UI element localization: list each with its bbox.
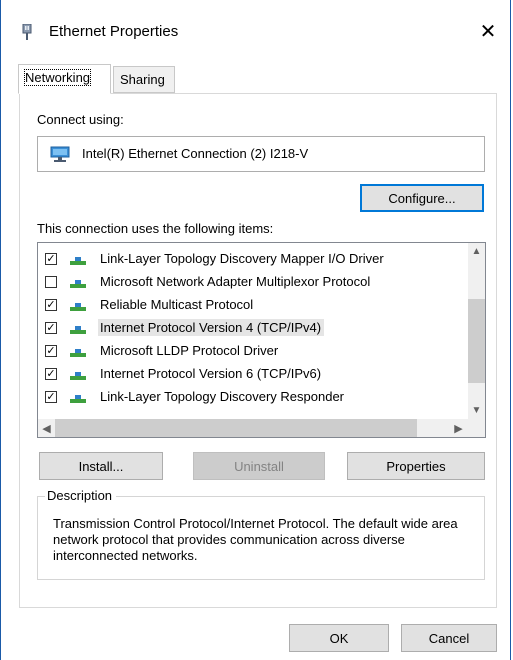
list-item-selected[interactable]: ✓ Internet Protocol Version 4 (TCP/IPv4): [38, 317, 458, 340]
list-item[interactable]: Microsoft Network Adapter Multiplexor Pr…: [38, 271, 458, 294]
tab-networking-label: Networking: [23, 69, 92, 86]
network-protocol-icon: [70, 303, 86, 311]
connect-using-label: Connect using:: [37, 112, 124, 127]
item-checkbox[interactable]: ✓: [45, 368, 57, 380]
item-label: Reliable Multicast Protocol: [100, 297, 254, 312]
scroll-left-icon[interactable]: ◀: [38, 419, 55, 437]
close-icon: ✕: [479, 20, 497, 43]
description-legend: Description: [45, 488, 117, 503]
item-checkbox[interactable]: ✓: [45, 299, 57, 311]
ok-button[interactable]: OK: [289, 624, 389, 652]
item-label: Microsoft LLDP Protocol Driver: [100, 343, 279, 358]
title-bar[interactable]: Ethernet Properties ✕: [1, 0, 510, 52]
uninstall-button-label: Uninstall: [234, 458, 284, 474]
window-title: Ethernet Properties: [49, 23, 179, 40]
adapter-name: Intel(R) Ethernet Connection (2) I218-V: [82, 146, 309, 161]
network-protocol-icon: [70, 372, 86, 380]
tab-networking[interactable]: Networking: [18, 64, 111, 94]
item-checkbox[interactable]: ✓: [45, 345, 57, 357]
network-protocol-icon: [70, 395, 86, 403]
network-protocol-icon: [70, 326, 86, 334]
list-item[interactable]: ✓ Microsoft LLDP Protocol Driver: [38, 340, 458, 363]
list-item[interactable]: ✓ Reliable Multicast Protocol: [38, 294, 458, 317]
configure-button-label: Configure...: [388, 190, 456, 206]
item-checkbox[interactable]: ✓: [45, 253, 57, 265]
install-button-label: Install...: [78, 458, 124, 474]
network-adapter-icon: [50, 146, 70, 162]
adapter-field: Intel(R) Ethernet Connection (2) I218-V: [37, 136, 485, 172]
scroll-corner: [468, 419, 485, 437]
install-button[interactable]: Install...: [39, 452, 163, 480]
cancel-button[interactable]: Cancel: [401, 624, 497, 652]
list-item[interactable]: ✓ Link-Layer Topology Discovery Mapper I…: [38, 248, 458, 271]
item-label: Internet Protocol Version 6 (TCP/IPv6): [100, 366, 322, 381]
network-protocol-icon: [70, 280, 86, 288]
items-label: This connection uses the following items…: [37, 221, 274, 236]
item-label: Link-Layer Topology Discovery Mapper I/O…: [100, 251, 384, 266]
scroll-up-icon[interactable]: ▲: [468, 243, 485, 260]
configure-button[interactable]: Configure...: [360, 184, 484, 212]
properties-button[interactable]: Properties: [347, 452, 485, 480]
horizontal-scrollbar[interactable]: ◀ ▶: [38, 419, 485, 437]
close-button[interactable]: ✕: [466, 14, 510, 48]
item-checkbox[interactable]: ✓: [45, 322, 57, 334]
item-checkbox[interactable]: [45, 276, 57, 288]
properties-window: Ethernet Properties ✕ Networking Sharing…: [0, 0, 511, 660]
tab-sharing-label: Sharing: [120, 72, 165, 87]
list-item[interactable]: ✓ Link-Layer Topology Discovery Responde…: [38, 386, 458, 409]
vertical-scroll-thumb[interactable]: [468, 299, 485, 383]
ethernet-plug-icon: [22, 24, 32, 40]
properties-button-label: Properties: [386, 458, 446, 474]
item-label: Link-Layer Topology Discovery Responder: [100, 389, 344, 404]
ok-button-label: OK: [329, 630, 349, 646]
vertical-scrollbar[interactable]: ▲ ▼: [468, 243, 485, 419]
tab-sharing[interactable]: Sharing: [113, 66, 175, 93]
item-checkbox[interactable]: ✓: [45, 391, 57, 403]
horizontal-scroll-thumb[interactable]: [55, 419, 417, 437]
item-label: Internet Protocol Version 4 (TCP/IPv4): [98, 319, 325, 336]
items-list[interactable]: ✓ Link-Layer Topology Discovery Mapper I…: [37, 242, 486, 438]
description-text: Transmission Control Protocol/Internet P…: [53, 516, 458, 563]
cancel-button-label: Cancel: [428, 630, 470, 646]
list-item[interactable]: ✓ Internet Protocol Version 6 (TCP/IPv6): [38, 363, 458, 386]
item-label: Microsoft Network Adapter Multiplexor Pr…: [100, 274, 371, 289]
scroll-right-icon[interactable]: ▶: [450, 419, 467, 437]
scroll-down-icon[interactable]: ▼: [468, 402, 485, 419]
network-protocol-icon: [70, 349, 86, 357]
uninstall-button[interactable]: Uninstall: [193, 452, 325, 480]
network-protocol-icon: [70, 257, 86, 265]
